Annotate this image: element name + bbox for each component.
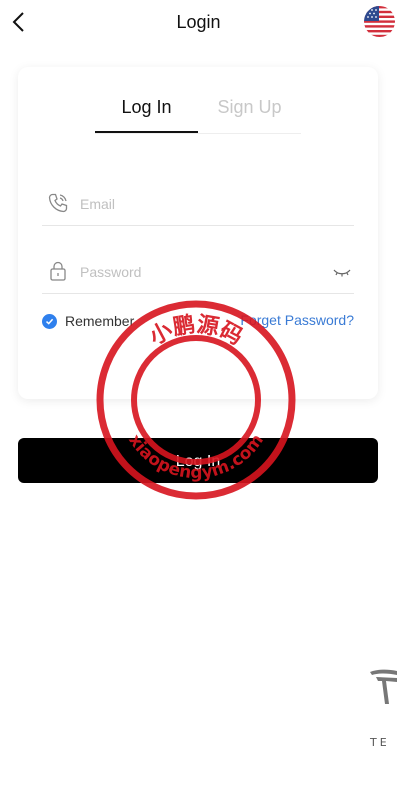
check-icon — [42, 313, 57, 329]
lock-icon — [50, 261, 66, 281]
us-flag-icon — [364, 6, 395, 37]
brand-logo: TE — [369, 669, 397, 749]
eye-closed-icon[interactable] — [332, 263, 352, 281]
password-input[interactable] — [80, 261, 320, 283]
active-tab-indicator — [95, 131, 198, 133]
tab-login[interactable]: Log In — [95, 97, 198, 131]
forgot-password-link[interactable]: Forget Password? — [240, 312, 354, 328]
login-button[interactable]: Log In — [18, 438, 378, 483]
remember-label: Remember — [65, 313, 135, 329]
page-title: Login — [176, 12, 221, 32]
top-bar: Login — [0, 0, 397, 46]
login-card: Log In Sign Up Remember Forget Pas — [18, 67, 378, 399]
remember-checkbox[interactable]: Remember — [42, 311, 134, 331]
password-field — [42, 255, 354, 294]
language-selector[interactable] — [364, 6, 395, 37]
phone-icon — [48, 193, 68, 213]
auth-tabs: Log In Sign Up — [95, 97, 301, 134]
brand-text: TE — [369, 736, 390, 749]
email-input[interactable] — [80, 193, 320, 215]
login-button-label: Log In — [175, 453, 221, 470]
email-field — [42, 187, 354, 226]
tab-signup[interactable]: Sign Up — [198, 97, 301, 131]
